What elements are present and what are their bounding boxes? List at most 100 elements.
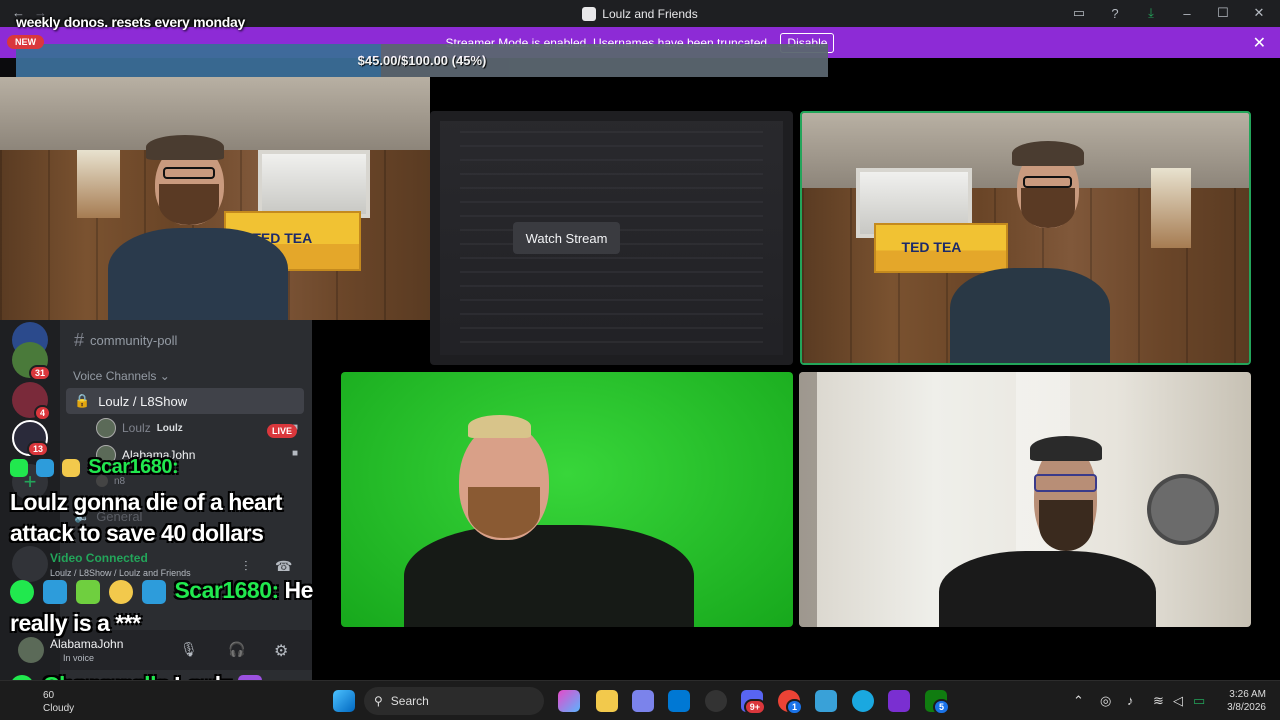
glasses bbox=[1034, 474, 1098, 492]
glasses bbox=[163, 166, 215, 180]
window-title-text: Loulz and Friends bbox=[602, 6, 698, 21]
camera-icon: ■ bbox=[291, 448, 298, 459]
inbox-icon[interactable]: ▭ bbox=[1068, 4, 1090, 22]
system-clock[interactable]: 3:26 AM 3/8/2026 bbox=[1227, 688, 1266, 714]
taskbar-badge: 9+ bbox=[743, 699, 766, 715]
person-video bbox=[802, 113, 1249, 363]
unread-badge: 4 bbox=[33, 405, 51, 421]
video-tile-greenscreen[interactable] bbox=[341, 372, 793, 627]
voice-user[interactable]: Loulz Loulz bbox=[96, 418, 183, 438]
emote-icon bbox=[75, 579, 100, 604]
video-tile-speaking[interactable] bbox=[800, 111, 1251, 365]
person-cap bbox=[146, 135, 224, 160]
taskbar-search[interactable]: ⚲ Search bbox=[364, 687, 544, 715]
maximize-icon[interactable]: ☐ bbox=[1212, 4, 1234, 22]
chat-message-line: Loulz gonna die of a heart bbox=[10, 489, 282, 515]
weather-desc: Cloudy bbox=[43, 703, 75, 714]
copilot-icon[interactable] bbox=[558, 690, 580, 712]
person-beard bbox=[159, 183, 220, 226]
person-body bbox=[107, 227, 289, 320]
webcam-overlay bbox=[0, 77, 430, 320]
help-icon[interactable]: ? bbox=[1104, 4, 1126, 22]
emote-icon bbox=[36, 458, 55, 477]
new-badge: NEW bbox=[7, 35, 44, 49]
progress-text: $45.00/$100.00 (45%) bbox=[357, 53, 487, 68]
voice-channel-active[interactable]: 🔒 Loulz / L8Show bbox=[66, 388, 304, 414]
unread-badge: 31 bbox=[28, 365, 51, 381]
headphones-icon[interactable]: 🎧 bbox=[228, 641, 245, 658]
person-cap bbox=[1012, 140, 1084, 166]
lock-icon: 🔒 bbox=[74, 393, 91, 408]
person-body bbox=[404, 525, 694, 627]
voice-header-label: Voice Channels bbox=[73, 369, 157, 383]
store-icon[interactable] bbox=[668, 690, 690, 712]
close-icon[interactable]: ✕ bbox=[1253, 33, 1266, 53]
server-icon[interactable]: 31 bbox=[12, 342, 51, 381]
emote-icon bbox=[108, 579, 133, 604]
avatar bbox=[96, 418, 116, 438]
clock-time: 3:26 AM bbox=[1229, 689, 1266, 700]
user-name[interactable]: AlabamaJohn bbox=[50, 637, 123, 651]
microphone-icon[interactable]: ♪ bbox=[1127, 693, 1134, 708]
person-video bbox=[341, 372, 793, 627]
microphone-icon[interactable]: 🎙 bbox=[180, 641, 198, 658]
person-hair bbox=[1029, 435, 1102, 462]
app-icon[interactable] bbox=[888, 690, 910, 712]
network-icon[interactable]: ◎ bbox=[1100, 693, 1111, 709]
video-connected-status[interactable]: Video Connected bbox=[50, 551, 148, 565]
channel-label: community-poll bbox=[90, 333, 178, 348]
disconnect-icon[interactable]: ☎ bbox=[275, 558, 292, 575]
text-channel-icon: # bbox=[74, 330, 85, 350]
server-icon[interactable]: 4 bbox=[12, 382, 51, 421]
discord-icon[interactable]: 9+ bbox=[741, 690, 766, 715]
chat-message-line: Scar1680: He bbox=[10, 575, 313, 605]
emote-icon bbox=[42, 579, 67, 604]
chat-message-line: attack to save 40 dollars bbox=[10, 520, 264, 546]
gear-icon[interactable]: ⚙ bbox=[274, 641, 288, 661]
chrome-icon[interactable]: 1 bbox=[778, 690, 803, 715]
taskbar-badge: 1 bbox=[785, 699, 803, 715]
live-pill: LIVE bbox=[267, 424, 298, 438]
xbox-icon[interactable]: 5 bbox=[925, 690, 950, 715]
channel-item[interactable]: # community-poll bbox=[74, 330, 177, 351]
avatar[interactable] bbox=[18, 637, 44, 663]
minimize-icon[interactable]: – bbox=[1176, 4, 1198, 22]
taskbar-badge: 5 bbox=[932, 699, 950, 715]
person-beard bbox=[467, 486, 540, 538]
person-body bbox=[949, 268, 1111, 363]
voice-user-tag: Loulz bbox=[156, 422, 183, 434]
wifi-icon[interactable]: ≋ bbox=[1153, 693, 1164, 709]
person-beard bbox=[1021, 188, 1075, 228]
windows-taskbar: 60 Cloudy ⚲ Search 9+ 1 5 ⌃ ◎ ♪ ≋ ◁ ▭ 3:… bbox=[0, 680, 1280, 720]
file-explorer-icon[interactable] bbox=[596, 690, 618, 712]
voice-channels-header[interactable]: Voice Channels ⌄ bbox=[73, 369, 170, 383]
soundboard-icon[interactable]: ⫶ bbox=[244, 558, 248, 575]
weather-temp: 60 bbox=[43, 690, 55, 701]
clock-date: 3/8/2026 bbox=[1227, 702, 1266, 713]
app-icon[interactable] bbox=[815, 690, 837, 712]
search-label: Search bbox=[390, 694, 429, 708]
emote-icon bbox=[62, 458, 81, 477]
emote-icon bbox=[10, 579, 34, 604]
volume-icon[interactable]: ◁ bbox=[1173, 693, 1183, 709]
person-beard bbox=[1038, 499, 1093, 551]
weather-widget[interactable]: 60 Cloudy bbox=[43, 689, 74, 715]
teams-icon[interactable] bbox=[632, 690, 654, 712]
donation-progress-bar: $45.00/$100.00 (45%) bbox=[16, 44, 828, 77]
battery-icon[interactable]: ▭ bbox=[1193, 693, 1205, 709]
edge-icon[interactable] bbox=[852, 690, 874, 712]
chevron-up-icon[interactable]: ⌃ bbox=[1073, 693, 1084, 709]
chat-message-line: really is a *** bbox=[10, 610, 141, 636]
close-window-icon[interactable]: ✕ bbox=[1248, 4, 1270, 22]
windows-start-icon[interactable] bbox=[333, 690, 355, 712]
search-icon: ⚲ bbox=[374, 694, 383, 708]
server-icon[interactable]: 13 bbox=[12, 420, 49, 457]
video-tile-room[interactable] bbox=[799, 372, 1251, 627]
chat-author: Scar1680: bbox=[88, 456, 179, 478]
watch-stream-button[interactable]: Watch Stream bbox=[513, 222, 620, 254]
person-cap bbox=[467, 415, 531, 439]
download-icon[interactable]: ⤓ bbox=[1140, 4, 1162, 22]
window-title: Loulz and Friends bbox=[582, 6, 698, 21]
user-status: In voice bbox=[63, 653, 95, 663]
app-icon[interactable] bbox=[705, 690, 727, 712]
